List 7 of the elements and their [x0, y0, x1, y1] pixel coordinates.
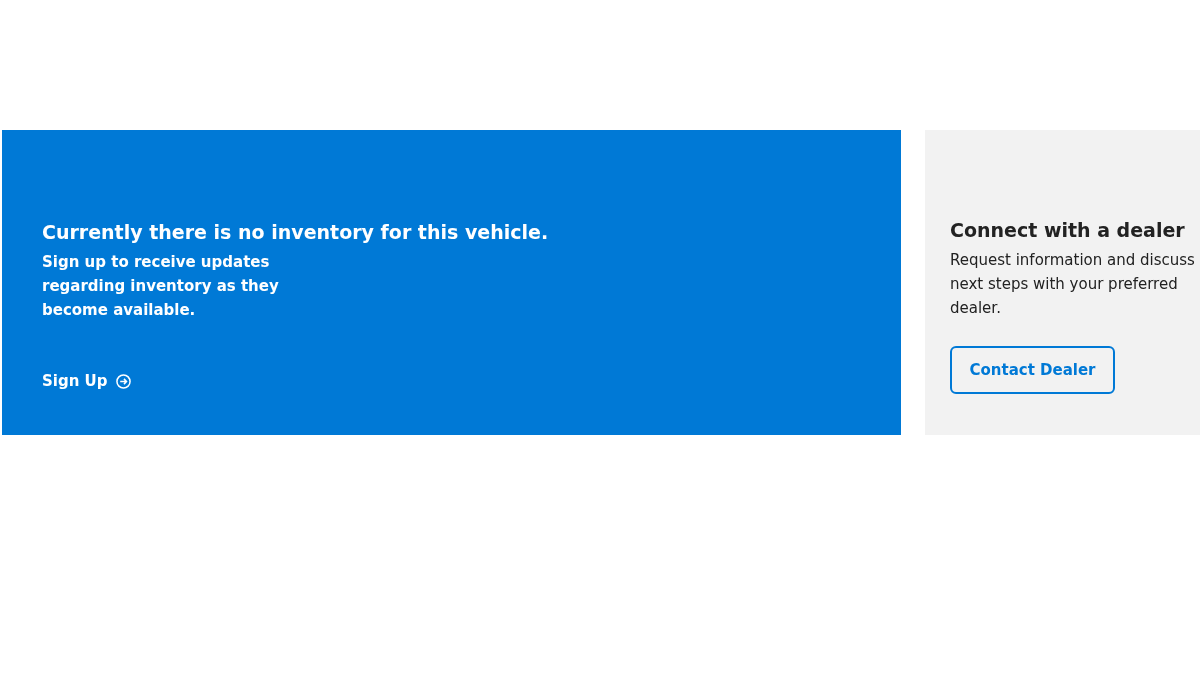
arrow-circle-icon — [115, 373, 131, 389]
banner-text: Sign up to receive updates regarding inventory as they become available. — [42, 252, 280, 321]
dealer-heading: Connect with a dealer — [950, 218, 1186, 243]
contact-dealer-button[interactable]: Contact Dealer — [950, 346, 1115, 394]
banner-heading: Currently there is no inventory for this vehicle. — [42, 220, 550, 245]
sign-up-link[interactable]: Sign Up — [42, 372, 131, 390]
dealer-text: Request information and discuss next steps with your preferred dealer. — [950, 250, 1196, 319]
